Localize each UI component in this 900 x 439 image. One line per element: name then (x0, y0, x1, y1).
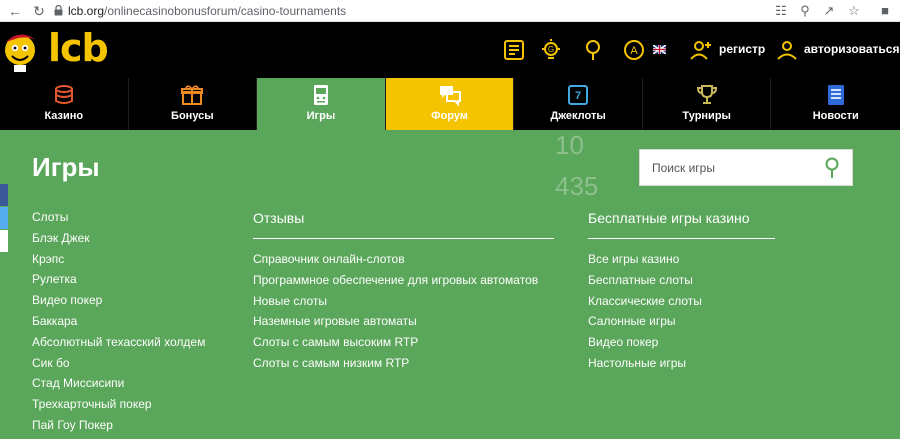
reviews-list-item[interactable]: Новые слоты (253, 292, 538, 313)
free-games-divider (588, 238, 775, 239)
newspaper-icon (827, 85, 844, 105)
free-games-list-item[interactable]: Видео покер (588, 333, 702, 354)
free-games-list-item[interactable]: Бесплатные слоты (588, 271, 702, 292)
url-path: /onlinecasinobonusforum/casino-tournamen… (104, 4, 347, 18)
site-logo[interactable]: lcb (48, 26, 109, 70)
idea-bulb-icon[interactable]: G (539, 38, 563, 62)
reviews-divider (253, 238, 554, 239)
games-list-item[interactable]: Слоты (32, 208, 205, 229)
mascot-logo-icon[interactable] (0, 26, 44, 74)
nav-jackpots[interactable]: 7 Джеклоты (514, 78, 643, 130)
login-user-icon[interactable] (775, 38, 799, 62)
nav-news-label: Новости (812, 110, 859, 122)
nav-games-label: Игры (306, 110, 336, 122)
reviews-list-item[interactable]: Справочник онлайн-слотов (253, 250, 538, 271)
nav-jackpots-label: Джеклоты (550, 110, 606, 122)
share-more-icon[interactable] (0, 230, 8, 252)
nav-news[interactable]: Новости (771, 78, 900, 130)
nav-forum[interactable]: Форум (385, 78, 515, 130)
register-link[interactable]: регистр (719, 42, 765, 56)
gift-icon (181, 85, 204, 105)
nav-tournaments-label: Турниры (682, 110, 731, 122)
slot-machine-icon (313, 85, 328, 105)
reload-icon[interactable]: ↻ (30, 2, 48, 20)
news-page-icon[interactable] (502, 38, 526, 62)
share-icon[interactable]: ↗ (820, 2, 838, 20)
games-list-item[interactable]: Стад Миссисипи (32, 374, 205, 395)
reviews-list-item[interactable]: Слоты с самым низким RTP (253, 354, 538, 375)
games-list-item[interactable]: Крэпс (32, 250, 205, 271)
reviews-list: Справочник онлайн-слотов Программное обе… (253, 250, 538, 375)
register-user-icon[interactable] (689, 38, 713, 62)
address-bar[interactable]: lcb.org/onlinecasinobonusforum/casino-to… (68, 2, 346, 20)
games-list-item[interactable]: Трехкарточный покер (32, 395, 205, 416)
free-games-list-item[interactable]: Настольные игры (588, 354, 702, 375)
search-icon[interactable] (824, 157, 840, 179)
games-list-item[interactable]: Видео покер (32, 291, 205, 312)
reviews-list-item[interactable]: Слоты с самым высоким RTP (253, 333, 538, 354)
game-search-input[interactable] (640, 150, 820, 185)
games-list-item[interactable]: Баккара (32, 312, 205, 333)
reviews-list-item[interactable]: Наземные игровые автоматы (253, 312, 538, 333)
svg-text:7: 7 (575, 90, 581, 102)
login-link[interactable]: авторизоваться (804, 42, 899, 56)
games-list: Слоты Блэк Джек Крэпс Рулетка Видео поке… (32, 208, 205, 437)
nav-casino-label: Казино (44, 110, 84, 122)
free-games-list-item[interactable]: Салонные игры (588, 312, 702, 333)
facebook-share-icon[interactable] (0, 184, 8, 206)
svg-text:A: A (630, 45, 638, 57)
category-nav: Казино Бонусы Игры Форум 7 Джеклоты Турн… (0, 78, 900, 130)
nav-games[interactable]: Игры (257, 78, 386, 130)
reviews-list-item[interactable]: Программное обеспечение для игровых авто… (253, 271, 538, 292)
free-games-list: Все игры казино Бесплатные слоты Классич… (588, 250, 702, 375)
games-list-item[interactable]: Рулетка (32, 270, 205, 291)
search-icon[interactable] (581, 38, 605, 62)
overlay-number-1: 10 (555, 130, 584, 160)
site-header: lcb G A регистр авторизоваться (0, 22, 900, 78)
game-search (639, 149, 853, 186)
nav-tournaments[interactable]: Турниры (643, 78, 772, 130)
zoom-icon[interactable]: ⚲ (796, 2, 814, 20)
chat-bubbles-icon (439, 86, 461, 107)
games-list-item[interactable]: Абсолютный техасский холдем (32, 333, 205, 354)
lock-icon (54, 5, 63, 16)
back-arrow-icon[interactable]: ← (6, 2, 24, 20)
casino-chips-icon (54, 85, 73, 104)
svg-text:G: G (548, 45, 554, 54)
browser-toolbar: ← ↻ lcb.org/onlinecasinobonusforum/casin… (0, 0, 900, 22)
free-games-list-item[interactable]: Классические слоты (588, 292, 702, 313)
extensions-icon[interactable]: ■ (876, 2, 894, 20)
games-list-item[interactable]: Блэк Джек (32, 229, 205, 250)
bookmark-star-icon[interactable]: ☆ (845, 2, 863, 20)
uk-flag-icon[interactable] (653, 45, 666, 54)
translate-icon[interactable]: ☷ (772, 2, 790, 20)
url-host: lcb.org (68, 4, 105, 18)
nav-casino[interactable]: Казино (0, 78, 129, 130)
overlay-number-2: 435 (555, 171, 599, 201)
games-list-item[interactable]: Пай Гоу Покер (32, 416, 205, 437)
free-games-list-item[interactable]: Все игры казино (588, 250, 702, 271)
page-title: Игры (32, 152, 100, 182)
games-list-item[interactable]: Сик бо (32, 354, 205, 375)
twitter-share-icon[interactable] (0, 207, 8, 229)
nav-bonuses-label: Бонусы (171, 110, 214, 122)
free-games-heading[interactable]: Бесплатные игры казино (588, 210, 750, 226)
reviews-heading[interactable]: Отзывы (253, 210, 304, 226)
accessibility-icon[interactable]: A (622, 38, 646, 62)
trophy-icon (696, 85, 717, 104)
nav-forum-label: Форум (431, 110, 468, 122)
jackpot-icon: 7 (568, 85, 589, 105)
nav-bonuses[interactable]: Бонусы (129, 78, 258, 130)
